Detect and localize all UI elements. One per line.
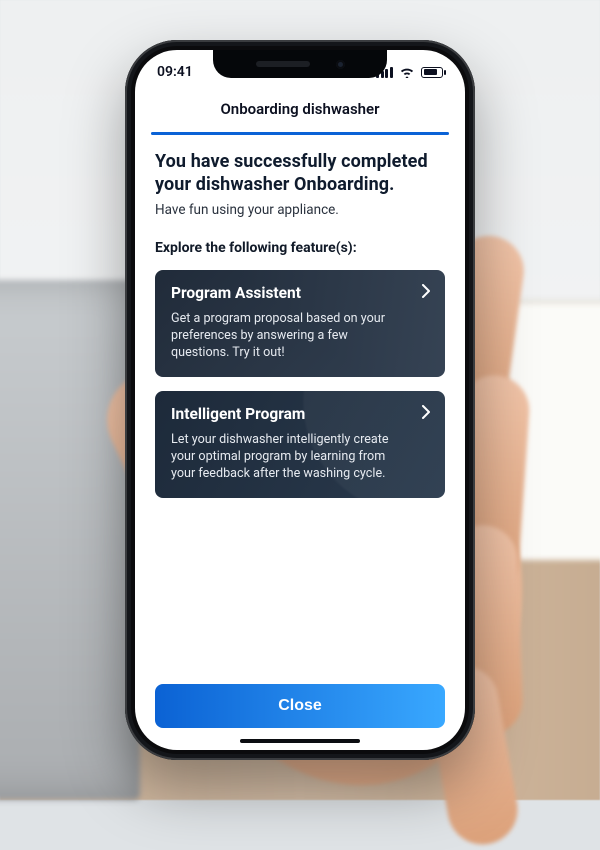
status-time: 09:41 xyxy=(157,64,193,80)
phone-frame: 09:41 Onboarding dishwasher You have suc… xyxy=(125,40,475,760)
feature-card-intelligent-program[interactable]: Intelligent Program Let your dishwasher … xyxy=(155,391,445,498)
success-subtitle: Have fun using your appliance. xyxy=(155,202,445,218)
page-title: Onboarding dishwasher xyxy=(135,94,465,132)
chevron-right-icon xyxy=(421,405,431,419)
phone-notch xyxy=(213,50,387,78)
feature-card-program-assistent[interactable]: Program Assistent Get a program proposal… xyxy=(155,270,445,377)
onboarding-content: You have successfully completed your dis… xyxy=(135,135,465,684)
feature-card-title: Intelligent Program xyxy=(171,405,429,423)
feature-card-description: Get a program proposal based on your pre… xyxy=(171,310,408,361)
onboarding-progress-fill xyxy=(151,132,449,135)
front-camera-icon xyxy=(336,60,345,69)
home-indicator[interactable] xyxy=(240,739,360,744)
speaker-icon xyxy=(256,61,310,67)
close-button[interactable]: Close xyxy=(155,684,445,728)
battery-icon xyxy=(421,67,443,78)
chevron-right-icon xyxy=(421,284,431,298)
success-title: You have successfully completed your dis… xyxy=(155,151,445,196)
feature-card-description: Let your dishwasher intelligently create… xyxy=(171,431,408,482)
explore-heading: Explore the following feature(s): xyxy=(155,240,445,256)
feature-card-title: Program Assistent xyxy=(171,284,429,302)
onboarding-progress xyxy=(151,132,449,135)
app-screen: 09:41 Onboarding dishwasher You have suc… xyxy=(135,50,465,750)
wifi-icon xyxy=(399,66,415,78)
